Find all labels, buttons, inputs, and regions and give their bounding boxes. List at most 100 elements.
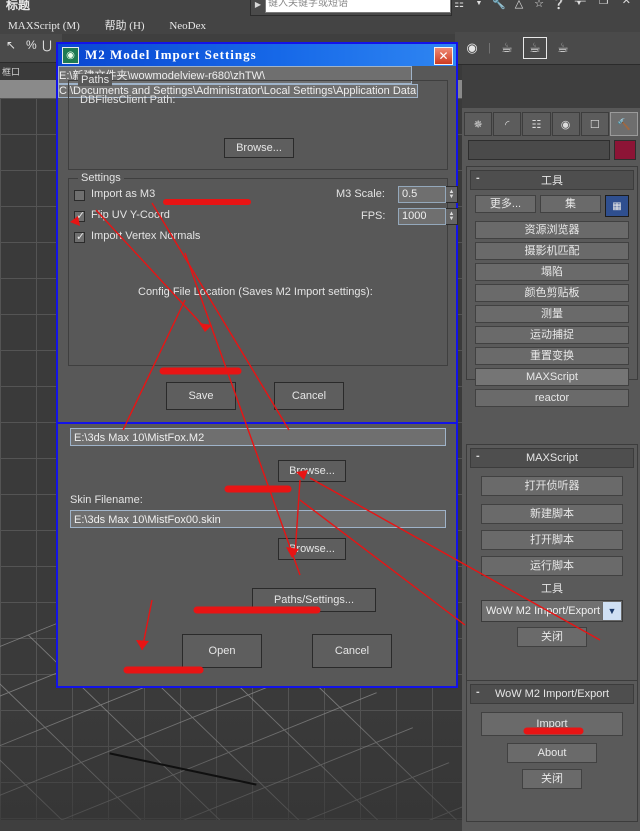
motion-capture-button[interactable]: 运动捕捉 (475, 326, 629, 344)
chevron-right-icon: ▶ (254, 0, 262, 9)
dialog-title: M2 Model Import Settings (85, 47, 257, 62)
fps-label: FPS: (361, 210, 386, 222)
modify-tab[interactable]: ◜ (493, 112, 522, 136)
config-file-location-label: Config File Location (Saves M2 Import se… (138, 286, 373, 298)
import-as-m3-label: Import as M3 (91, 188, 156, 200)
cone-icon[interactable]: △ (510, 0, 528, 12)
3dsmax-application: 框口 标题 MAXScript (M) 帮助 (H) NeoDex ▶ 键入关键… (0, 0, 640, 831)
reset-xform-button[interactable]: 重置变换 (475, 347, 629, 365)
close-utility-button[interactable]: 关闭 (517, 627, 587, 647)
collapse-icon[interactable]: - (476, 172, 480, 184)
percent-icon[interactable]: % (26, 38, 37, 52)
binoculars-icon[interactable]: ☷ (450, 0, 468, 12)
rollout-maxscript: - MAXScript 打开侦听器 新建脚本 打开脚本 运行脚本 工具 WoW … (466, 444, 638, 686)
menu-item-help[interactable]: 帮助 (H) (105, 20, 145, 32)
rollout-maxscript-header[interactable]: - MAXScript (470, 448, 634, 468)
fps-stepper[interactable]: ▲ ▼ (446, 208, 458, 225)
open-listener-button[interactable]: 打开侦听器 (481, 476, 623, 496)
collapse-icon-wow[interactable]: - (476, 686, 480, 698)
search-input[interactable]: 键入关键字或短语 (265, 0, 451, 13)
menu-item-neodex[interactable]: NeoDex (169, 20, 206, 32)
cancel-settings-button[interactable]: Cancel (274, 382, 344, 410)
object-name-field[interactable] (468, 140, 610, 160)
import-button[interactable]: Import (481, 712, 623, 736)
m2-path-input[interactable]: E:\3ds Max 10\MistFox.M2 (70, 428, 446, 446)
collapse-icon-maxscript[interactable]: - (476, 450, 480, 462)
motion-tab[interactable]: ◉ (551, 112, 580, 136)
wrench-icon[interactable]: 🔧 (490, 0, 508, 12)
close-icon[interactable]: ✕ (434, 47, 453, 65)
display-tab[interactable]: ☐ (580, 112, 609, 136)
dialog-titlebar[interactable]: ◉ M2 Model Import Settings ✕ (58, 44, 456, 66)
asset-browser-button[interactable]: 资源浏览器 (475, 221, 629, 239)
new-script-button[interactable]: 新建脚本 (481, 504, 623, 524)
window-controls[interactable]: — ❐ ✕ (575, 0, 636, 7)
settings-group (68, 178, 448, 366)
rollout-maxscript-title: MAXScript (526, 452, 578, 464)
camera-match-button[interactable]: 摄影机匹配 (475, 242, 629, 260)
browse-skin-button[interactable]: Browse... (278, 538, 346, 560)
rollout-wow-header[interactable]: - WoW M2 Import/Export (470, 684, 634, 704)
cancel-import-button[interactable]: Cancel (312, 634, 392, 668)
render-teapot-icon[interactable]: ☕ (552, 38, 574, 58)
run-script-button[interactable]: 运行脚本 (481, 556, 623, 576)
reactor-button[interactable]: reactor (475, 389, 629, 407)
viewport-shading (0, 702, 462, 820)
import-vertex-normals-checkbox[interactable] (74, 230, 85, 243)
close-wow-button[interactable]: 关闭 (522, 769, 582, 789)
command-panel: ✵ ◜ ☷ ◉ ☐ 🔨 - 工具 更多... 集 ▦ 资源浏览器 摄影机匹配 塌… (462, 108, 640, 831)
import-as-m3-checkbox[interactable] (74, 190, 85, 201)
hierarchy-tab[interactable]: ☷ (522, 112, 551, 136)
color-clipboard-button[interactable]: 颜色剪贴板 (475, 284, 629, 302)
help-icon[interactable]: ❔ (550, 0, 568, 12)
utility-dropdown[interactable]: WoW M2 Import/Export ▼ (481, 600, 623, 622)
paths-settings-button[interactable]: Paths/Settings... (252, 588, 376, 612)
m3-scale-spinner[interactable]: 0.5 ▲ ▼ (398, 186, 458, 203)
render-frame-icon[interactable]: ☕ (496, 38, 518, 58)
utilities-tab[interactable]: 🔨 (609, 112, 639, 136)
open-button[interactable]: Open (182, 634, 262, 668)
dbfilesclient-path-label: DBFilesClient Path: (80, 94, 176, 106)
utility-dropdown-value: WoW M2 Import/Export (486, 605, 601, 617)
paths-group-legend: Paths (78, 74, 113, 86)
chevron-down-icon-dropdown[interactable]: ▼ (602, 601, 622, 621)
m3-scale-label: M3 Scale: (336, 188, 385, 200)
menu-item-maxscript[interactable]: MAXScript (M) (8, 20, 80, 32)
sets-button[interactable]: 集 (540, 195, 601, 213)
m3-scale-value[interactable]: 0.5 (398, 186, 446, 203)
command-panel-tabs: ✵ ◜ ☷ ◉ ☐ 🔨 (464, 112, 639, 136)
flip-uv-checkbox[interactable] (74, 209, 85, 222)
fps-spinner[interactable]: 1000 ▲ ▼ (398, 208, 458, 225)
rollout-utilities-header[interactable]: - 工具 (470, 170, 634, 190)
about-button[interactable]: About (507, 743, 597, 763)
collapse-button[interactable]: 塌陷 (475, 263, 629, 281)
star-icon[interactable]: ☆ (530, 0, 548, 12)
search-box[interactable]: ▶ 键入关键字或短语 (250, 0, 452, 16)
skin-path-input[interactable]: E:\3ds Max 10\MistFox00.skin (70, 510, 446, 528)
rotate-icon[interactable]: ↖ (6, 38, 16, 52)
object-color-swatch[interactable] (614, 140, 636, 160)
more-button[interactable]: 更多... (475, 195, 536, 213)
save-button[interactable]: Save (166, 382, 236, 410)
utilities-top-row: 更多... 集 ▦ (475, 195, 629, 217)
create-tab[interactable]: ✵ (464, 112, 493, 136)
skin-filename-label: Skin Filename: (70, 494, 143, 506)
open-script-button[interactable]: 打开脚本 (481, 530, 623, 550)
chevron-down-icon[interactable]: ▼ (470, 0, 488, 12)
m3-scale-stepper[interactable]: ▲ ▼ (446, 186, 458, 203)
magnet-icon[interactable]: ⋃ (42, 38, 52, 52)
m2-model-import-settings-dialog: ◉ M2 Model Import Settings ✕ Paths DBFil… (56, 42, 458, 424)
quick-render-icon[interactable]: ☕ (522, 37, 547, 59)
window-title: 标题 (6, 0, 31, 12)
browse-m2-button[interactable]: Browse... (278, 460, 346, 482)
rollout-utilities-title: 工具 (541, 175, 563, 187)
maxscript-button[interactable]: MAXScript (475, 368, 629, 386)
render-setup-icon[interactable]: ◉ (461, 38, 483, 58)
flip-uv-label: Flip UV Y-Coord (91, 209, 170, 221)
sets-icon[interactable]: ▦ (605, 195, 629, 217)
m2-import-dialog: E:\3ds Max 10\MistFox.M2 Browse... Skin … (56, 408, 458, 688)
fps-value[interactable]: 1000 (398, 208, 446, 225)
measure-button[interactable]: 测量 (475, 305, 629, 323)
import-vertex-normals-label: Import Vertex Normals (91, 230, 201, 242)
browse-dbfiles-button[interactable]: Browse... (224, 138, 294, 158)
